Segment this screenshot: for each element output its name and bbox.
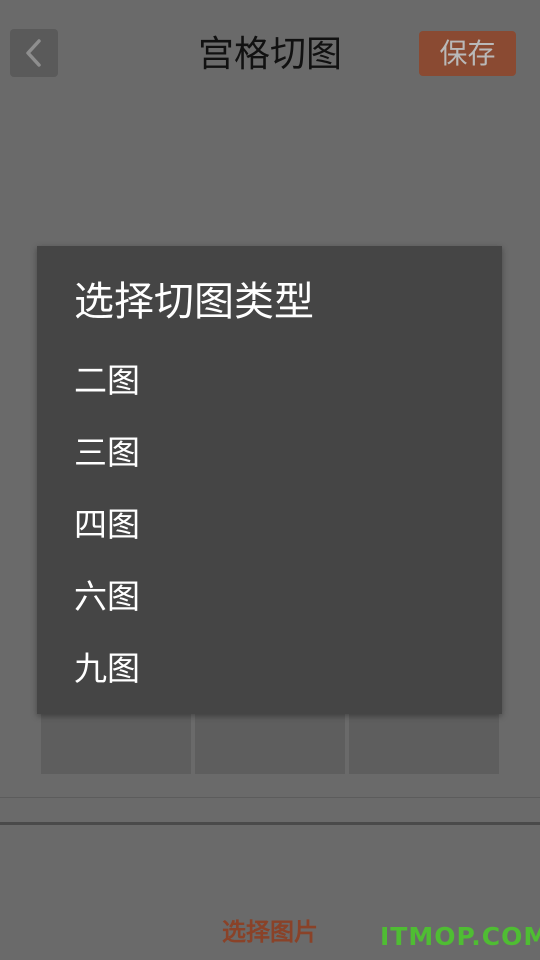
- option-four-images[interactable]: 四图: [37, 486, 502, 558]
- option-three-images[interactable]: 三图: [37, 414, 502, 486]
- option-list: 二图 三图 四图 六图 九图: [37, 342, 502, 702]
- dialog-title: 选择切图类型: [74, 279, 314, 325]
- watermark: ITMOP.COM: [380, 922, 540, 951]
- cut-type-dialog: 选择切图类型 二图 三图 四图 六图 九图: [37, 246, 502, 714]
- option-six-images[interactable]: 六图: [37, 558, 502, 630]
- header-bar: 宫格切图 保存: [0, 0, 540, 100]
- option-two-images[interactable]: 二图: [37, 342, 502, 414]
- save-button[interactable]: 保存: [419, 31, 516, 76]
- option-nine-images[interactable]: 九图: [37, 630, 502, 702]
- divider: [0, 797, 540, 798]
